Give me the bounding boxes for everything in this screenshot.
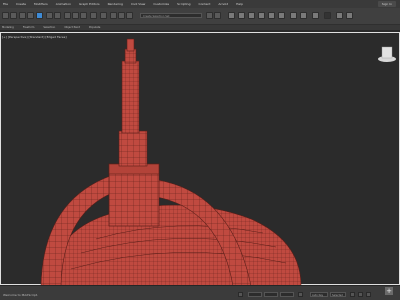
menu-rendering[interactable]: Rendering: [108, 2, 123, 6]
render-production-icon[interactable]: [312, 12, 319, 19]
menu-content[interactable]: Content: [198, 2, 210, 6]
selection-set-dropdown[interactable]: Create Selection Set: [140, 13, 202, 18]
mirror-icon[interactable]: [206, 12, 213, 19]
tab-selection[interactable]: Selection: [43, 26, 55, 29]
angle-snap-icon[interactable]: [118, 12, 125, 19]
redo-icon[interactable]: [10, 12, 17, 19]
layer-explorer-icon[interactable]: [238, 12, 245, 19]
x-coordinate-field[interactable]: [248, 292, 262, 297]
reference-coordinate-icon[interactable]: [90, 12, 97, 19]
next-frame-icon[interactable]: [358, 292, 363, 297]
add-key-button[interactable]: +: [385, 287, 393, 295]
unlink-icon[interactable]: [27, 12, 34, 19]
rectangular-selection-icon[interactable]: [54, 12, 61, 19]
selected-dropdown[interactable]: Selected: [330, 292, 346, 297]
scale-icon[interactable]: [80, 12, 87, 19]
render-setup-icon[interactable]: [290, 12, 297, 19]
render-iterative-icon[interactable]: [324, 12, 331, 19]
menu-animation[interactable]: Animation: [56, 2, 71, 6]
column-mesh: [118, 38, 148, 167]
percent-snap-icon[interactable]: [126, 12, 133, 19]
menu-customize[interactable]: Customize: [153, 2, 169, 6]
y-coordinate-field[interactable]: [264, 292, 278, 297]
main-toolbar: Create Selection Set: [0, 8, 400, 25]
material-editor-icon[interactable]: [278, 12, 285, 19]
ribbon-tabs: Modeling Freeform Selection Object Paint…: [0, 25, 400, 31]
viewport-label[interactable]: [+] [Perspective] [Standard] [Edged Face…: [2, 35, 67, 39]
base-block-mesh: [108, 163, 160, 227]
menu-scripting[interactable]: Scripting: [177, 2, 190, 6]
tab-modeling[interactable]: Modeling: [2, 26, 14, 29]
undo-icon[interactable]: [2, 12, 9, 19]
dome-mesh: [48, 204, 302, 286]
ribbon-toggle-icon[interactable]: [248, 12, 255, 19]
arnold-render-icon[interactable]: [336, 12, 343, 19]
status-bar: Welcome to MAXScript. Auto Key Selected: [0, 285, 400, 300]
schematic-view-icon[interactable]: [268, 12, 275, 19]
last-frame-icon[interactable]: [366, 292, 371, 297]
tab-object-paint[interactable]: Object Paint: [64, 26, 80, 29]
tab-freeform[interactable]: Freeform: [23, 26, 35, 29]
link-icon[interactable]: [19, 12, 26, 19]
snap-toggle-icon[interactable]: [110, 12, 117, 19]
model-render: [40, 38, 396, 286]
select-object-icon[interactable]: [36, 12, 43, 19]
scene-explorer-icon[interactable]: [228, 12, 235, 19]
menu-civil-view[interactable]: Civil View: [131, 2, 145, 6]
sign-in-button[interactable]: Sign In: [377, 1, 396, 7]
menu-modifiers[interactable]: Modifiers: [34, 2, 48, 6]
menu-graph-editors[interactable]: Graph Editors: [79, 2, 100, 6]
auto-key-button[interactable]: Auto Key: [310, 292, 328, 297]
move-icon[interactable]: [64, 12, 71, 19]
rotate-icon[interactable]: [72, 12, 79, 19]
curve-editor-icon[interactable]: [258, 12, 265, 19]
tab-populate[interactable]: Populate: [89, 26, 100, 29]
menu-bar: File Create Modifiers Animation Graph Ed…: [0, 0, 400, 8]
lock-icon[interactable]: [238, 292, 243, 297]
menu-arnold[interactable]: Arnold: [218, 2, 228, 6]
perspective-viewport[interactable]: [+] [Perspective] [Standard] [Edged Face…: [0, 32, 400, 286]
align-icon[interactable]: [214, 12, 221, 19]
pivot-center-icon[interactable]: [100, 12, 107, 19]
rendered-frame-window-icon[interactable]: [300, 12, 307, 19]
z-coordinate-field[interactable]: [280, 292, 294, 297]
grid-setting-icon[interactable]: [298, 292, 303, 297]
play-icon[interactable]: [350, 292, 355, 297]
menu-file[interactable]: File: [3, 2, 8, 6]
viewcube-icon: [378, 46, 396, 62]
select-by-name-icon[interactable]: [46, 12, 53, 19]
status-text: Welcome to MAXScript.: [3, 293, 38, 297]
arnold-ipr-icon[interactable]: [346, 12, 353, 19]
menu-help[interactable]: Help: [236, 2, 243, 6]
menu-create[interactable]: Create: [16, 2, 26, 6]
